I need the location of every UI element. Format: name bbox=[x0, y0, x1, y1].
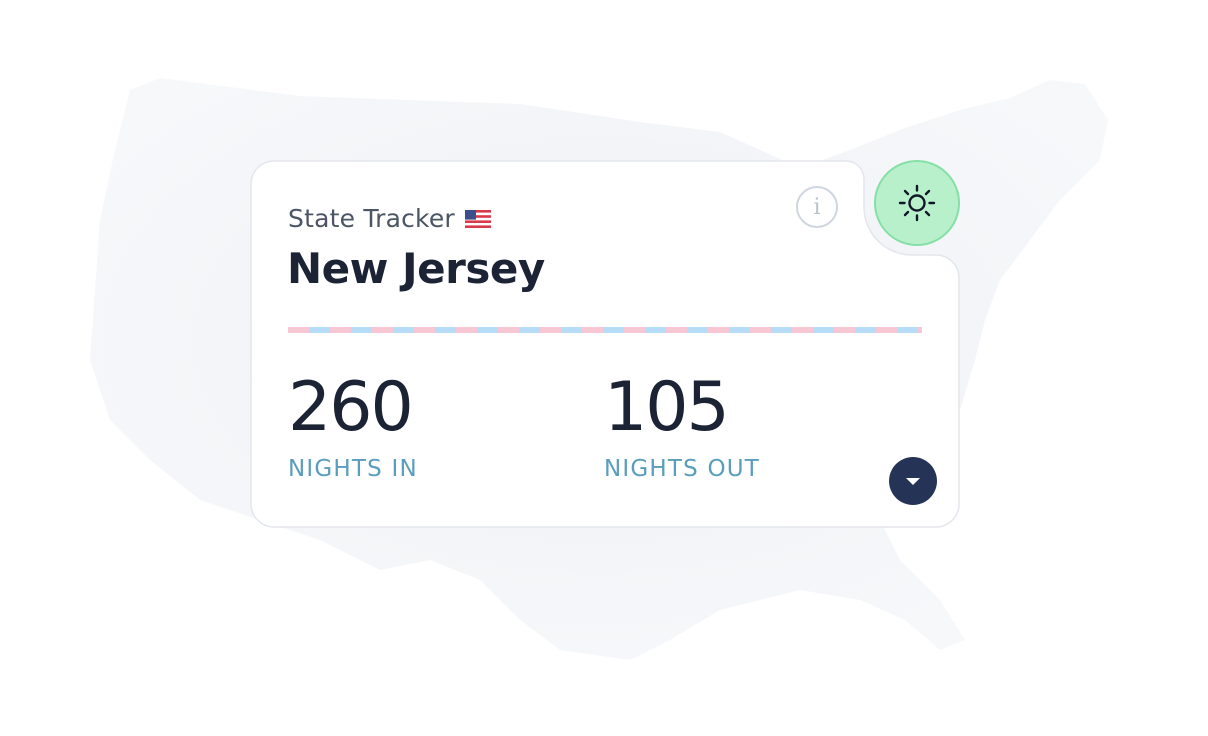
nights-out-stat: 105 NIGHTS OUT bbox=[604, 368, 761, 483]
expand-button[interactable] bbox=[889, 457, 937, 505]
nights-in-label: NIGHTS IN bbox=[288, 456, 418, 482]
nights-in-stat: 260 NIGHTS IN bbox=[288, 368, 418, 483]
info-glyph: i bbox=[813, 194, 821, 220]
nights-in-value: 260 bbox=[288, 368, 414, 447]
striped-divider bbox=[288, 327, 922, 333]
state-name: New Jersey bbox=[287, 244, 545, 293]
state-tracker-card: State Tracker New Jersey i 260 NIGHTS IN… bbox=[250, 160, 960, 528]
nights-out-value: 105 bbox=[604, 368, 730, 447]
sun-icon bbox=[898, 184, 936, 222]
subtitle-text: State Tracker bbox=[288, 204, 455, 233]
theme-toggle-button[interactable] bbox=[874, 160, 960, 246]
caret-down-icon bbox=[906, 478, 920, 485]
card-subtitle: State Tracker bbox=[288, 204, 491, 233]
nights-out-label: NIGHTS OUT bbox=[604, 456, 761, 482]
info-icon[interactable]: i bbox=[796, 186, 838, 228]
us-flag-icon bbox=[464, 209, 491, 228]
